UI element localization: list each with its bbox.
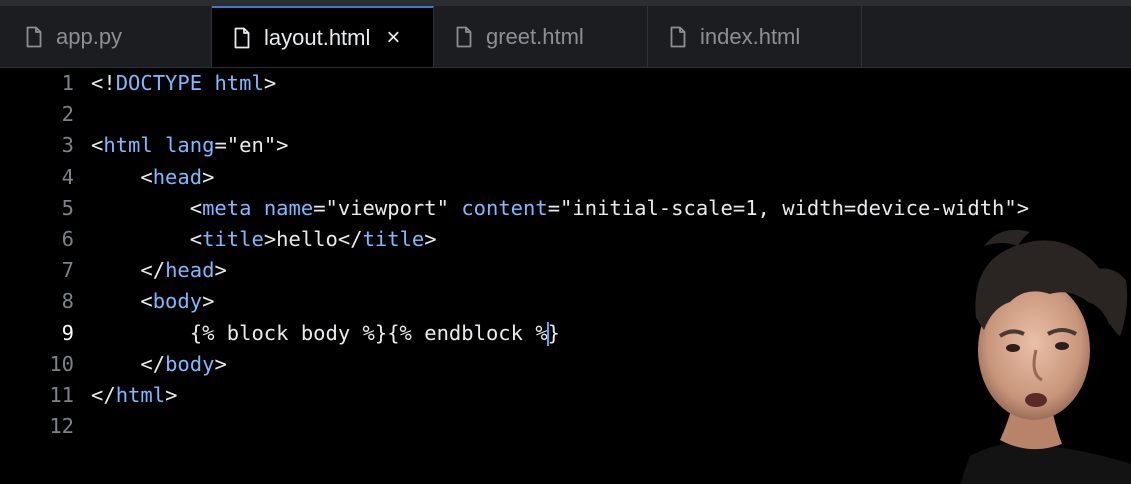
line-number: 11 [49,382,74,407]
line-number: 2 [61,102,74,127]
code-line[interactable]: 2 [0,99,1131,130]
line-number: 8 [61,289,74,314]
code-text: <html lang="en"> [91,133,289,158]
line-number: 6 [61,226,74,251]
line-number: 9 [61,320,74,345]
code-text: <head> [140,164,215,189]
file-icon [670,26,686,48]
code-text: </body> [140,351,227,376]
code-line[interactable]: 3 <html lang="en"> [0,130,1131,161]
tab-label: app.py [56,23,123,49]
presenter-video-overlay [960,229,1131,484]
code-text: <!DOCTYPE html> [91,71,277,95]
line-number: 4 [61,164,74,189]
code-text: </head> [140,258,227,283]
code-text: <meta name="viewport" content="initial-s… [189,195,1030,220]
tab-bar: app.py layout.html × greet.html index.ht… [0,6,1131,68]
file-icon [234,27,250,49]
tab-label: index.html [700,23,801,49]
code-line[interactable]: 1 <!DOCTYPE html> [0,68,1131,99]
line-number: 3 [61,133,74,158]
tab-app-py[interactable]: app.py [0,6,212,67]
code-text: </html> [91,382,178,407]
file-icon [456,26,472,48]
code-editor: app.py layout.html × greet.html index.ht… [0,0,1131,484]
tab-index-html[interactable]: index.html [648,6,862,67]
code-line[interactable]: 4 <head> [0,162,1131,193]
line-number: 5 [61,195,74,220]
line-number: 10 [49,351,74,376]
close-icon[interactable]: × [386,25,400,50]
code-text: {% block body %}{% endblock %} [91,320,560,346]
tab-layout-html[interactable]: layout.html × [212,6,434,67]
file-icon [26,26,42,48]
text-cursor [546,321,549,346]
tab-label: greet.html [486,23,584,49]
line-number: 12 [49,414,74,439]
tab-label: layout.html [264,24,371,50]
code-text: <title>hello</title> [189,226,437,251]
line-number: 1 [61,71,74,95]
code-text: <body> [140,289,215,314]
line-number: 7 [61,258,74,283]
tab-greet-html[interactable]: greet.html [434,6,648,67]
